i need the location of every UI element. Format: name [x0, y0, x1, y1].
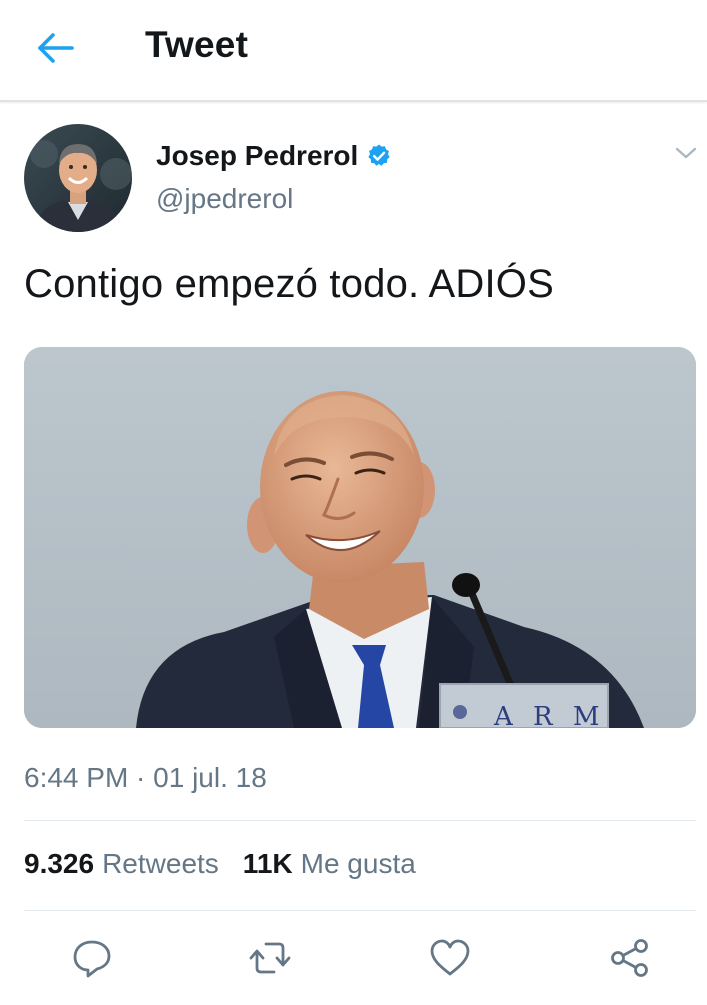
tweet-text: Contigo empezó todo. ADIÓS	[24, 262, 554, 306]
retweets-label[interactable]: Retweets	[102, 848, 219, 880]
like-button[interactable]	[428, 936, 472, 980]
back-arrow-icon	[38, 33, 74, 63]
reply-icon	[73, 940, 111, 978]
likes-label[interactable]: Me gusta	[301, 848, 416, 880]
author-handle[interactable]: @jpedrerol	[156, 183, 293, 215]
author-name[interactable]: Josep Pedrerol	[156, 140, 392, 172]
reply-button[interactable]	[70, 936, 114, 980]
verified-badge-icon	[368, 144, 390, 166]
top-app-bar: Tweet	[0, 0, 707, 102]
photo-image: A R M	[24, 347, 696, 728]
author-name-text: Josep Pedrerol	[156, 140, 359, 171]
podium-sign-text: A R M	[493, 702, 606, 728]
retweets-count[interactable]: 9.326	[24, 848, 94, 880]
like-icon	[430, 939, 470, 976]
avatar-image	[24, 124, 132, 232]
tweet-photo[interactable]: A R M	[24, 347, 696, 728]
divider	[24, 910, 696, 911]
chevron-down-icon	[675, 147, 697, 159]
tweet-timestamp: 6:44 PM · 01 jul. 18	[24, 762, 267, 793]
retweet-icon	[249, 942, 291, 974]
page-title: Tweet	[145, 24, 249, 65]
retweet-button[interactable]	[248, 936, 292, 980]
author-avatar[interactable]	[24, 124, 132, 232]
back-button[interactable]	[34, 28, 78, 68]
share-icon	[611, 939, 648, 977]
more-options-button[interactable]	[672, 142, 700, 164]
tweet-stats: 9.326 Retweets 11K Me gusta	[24, 848, 440, 880]
divider	[24, 820, 696, 821]
likes-count[interactable]: 11K	[243, 848, 293, 880]
share-button[interactable]	[608, 936, 652, 980]
